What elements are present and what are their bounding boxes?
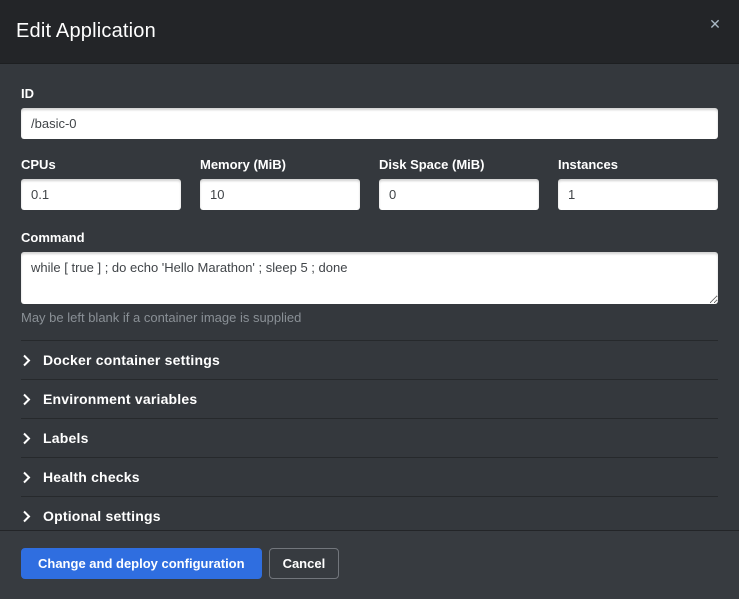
disk-field-group: Disk Space (MiB)	[379, 157, 539, 210]
id-label: ID	[21, 86, 718, 101]
section-label: Environment variables	[43, 391, 197, 407]
chevron-right-icon	[21, 354, 43, 367]
edit-application-modal: Edit Application ✕ ID CPUs Memory (MiB) …	[0, 0, 739, 599]
command-help-text: May be left blank if a container image i…	[21, 310, 718, 325]
id-input[interactable]	[21, 108, 718, 139]
section-environment-variables[interactable]: Environment variables	[21, 379, 718, 418]
chevron-right-icon	[21, 432, 43, 445]
resources-row: CPUs Memory (MiB) Disk Space (MiB) Insta…	[21, 157, 718, 210]
section-health-checks[interactable]: Health checks	[21, 457, 718, 496]
memory-label: Memory (MiB)	[200, 157, 360, 172]
instances-field-group: Instances	[558, 157, 718, 210]
section-optional-settings[interactable]: Optional settings	[21, 496, 718, 530]
command-textarea[interactable]: while [ true ] ; do echo 'Hello Marathon…	[21, 252, 718, 304]
modal-header: Edit Application ✕	[0, 0, 739, 64]
command-label: Command	[21, 230, 718, 245]
disk-label: Disk Space (MiB)	[379, 157, 539, 172]
memory-input[interactable]	[200, 179, 360, 210]
cpus-input[interactable]	[21, 179, 181, 210]
modal-title: Edit Application	[16, 20, 156, 43]
close-icon[interactable]: ✕	[705, 14, 725, 34]
chevron-right-icon	[21, 471, 43, 484]
command-field-group: Command while [ true ] ; do echo 'Hello …	[21, 230, 718, 325]
chevron-right-icon	[21, 510, 43, 523]
memory-field-group: Memory (MiB)	[200, 157, 360, 210]
id-field-group: ID	[21, 86, 718, 139]
disk-input[interactable]	[379, 179, 539, 210]
chevron-right-icon	[21, 393, 43, 406]
section-label: Docker container settings	[43, 352, 220, 368]
section-label: Optional settings	[43, 508, 161, 524]
section-label: Health checks	[43, 469, 140, 485]
cpus-field-group: CPUs	[21, 157, 181, 210]
modal-footer: Change and deploy configuration Cancel	[0, 530, 739, 599]
change-and-deploy-button[interactable]: Change and deploy configuration	[21, 548, 262, 579]
cpus-label: CPUs	[21, 157, 181, 172]
instances-input[interactable]	[558, 179, 718, 210]
cancel-button[interactable]: Cancel	[269, 548, 340, 579]
instances-label: Instances	[558, 157, 718, 172]
section-labels[interactable]: Labels	[21, 418, 718, 457]
section-docker-container-settings[interactable]: Docker container settings	[21, 340, 718, 379]
section-label: Labels	[43, 430, 89, 446]
modal-body: ID CPUs Memory (MiB) Disk Space (MiB) In…	[0, 64, 739, 530]
collapsible-sections: Docker container settings Environment va…	[21, 340, 718, 530]
